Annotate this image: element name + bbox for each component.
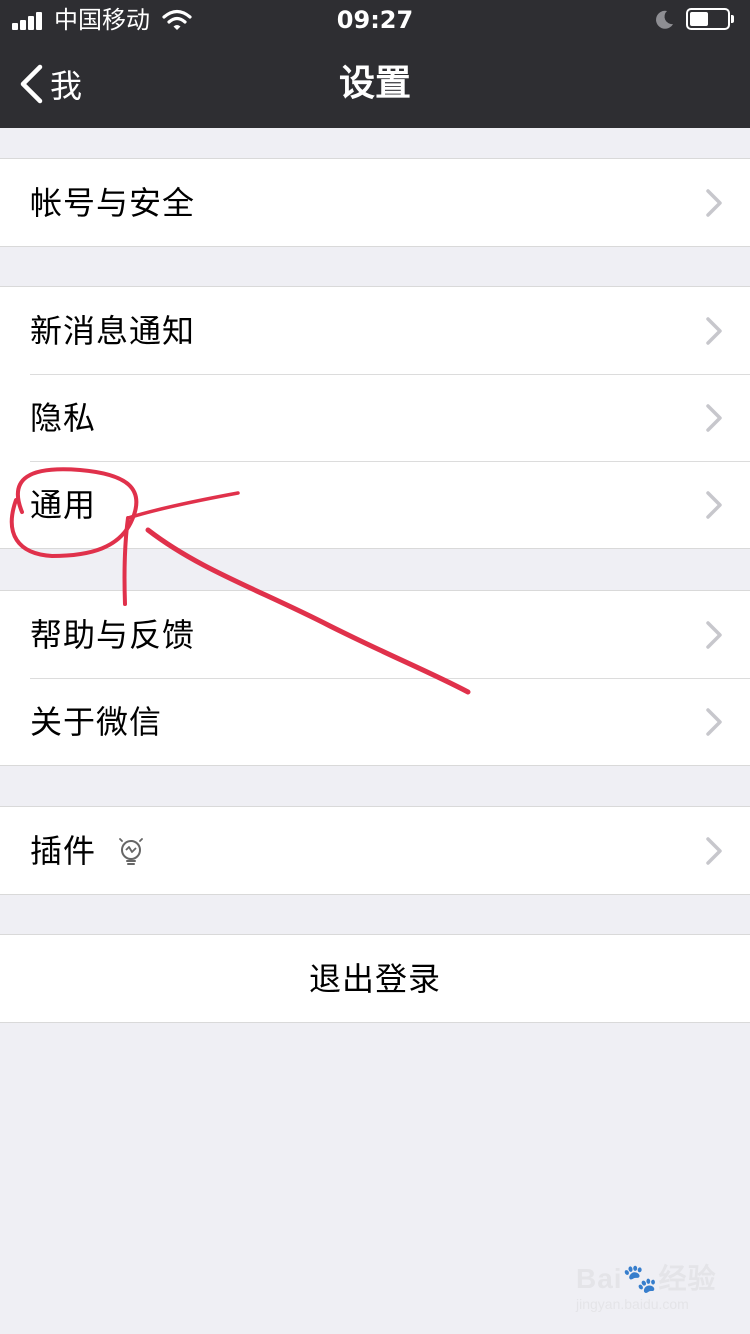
settings-item-notifications[interactable]: 新消息通知 (0, 287, 750, 374)
settings-item-label: 帐号与安全 (30, 183, 196, 222)
settings-item-label: 关于微信 (30, 702, 163, 741)
settings-group-help: 帮助与反馈 关于微信 (0, 590, 750, 766)
settings-group-account: 帐号与安全 (0, 158, 750, 247)
baidu-jingyan-watermark: Bai🐾经验 jingyan.baidu.com (576, 1262, 736, 1322)
watermark-url: jingyan.baidu.com (576, 1296, 689, 1312)
settings-item-general[interactable]: 通用 (0, 461, 750, 548)
top-bar: 中国移动 09:27 我 设置 (0, 0, 750, 128)
chevron-right-icon (706, 317, 722, 345)
settings-item-help-feedback[interactable]: 帮助与反馈 (0, 591, 750, 678)
chevron-right-icon (706, 708, 722, 736)
navigation-bar: 我 设置 (0, 40, 750, 128)
paw-logo-icon: 🐾 (622, 1263, 659, 1294)
chevron-right-icon (706, 837, 722, 865)
settings-item-label: 通用 (30, 485, 97, 524)
battery-icon (686, 8, 734, 30)
settings-item-label: 插件 (30, 831, 97, 870)
settings-item-plugins[interactable]: 插件 (0, 807, 750, 894)
watermark-suffix: 经验 (658, 1263, 717, 1294)
settings-item-label: 帮助与反馈 (30, 615, 196, 654)
do-not-disturb-moon-icon (656, 10, 673, 29)
chevron-right-icon (706, 189, 722, 217)
battery-level (690, 12, 708, 26)
settings-item-account-security[interactable]: 帐号与安全 (0, 159, 750, 246)
chevron-right-icon (706, 621, 722, 649)
watermark-brand: Bai (576, 1263, 623, 1294)
status-bar: 中国移动 09:27 (0, 0, 750, 40)
logout-button[interactable]: 退出登录 (0, 935, 750, 1022)
chevron-right-icon (706, 491, 722, 519)
chevron-right-icon (706, 404, 722, 432)
settings-group-plugins: 插件 (0, 806, 750, 895)
settings-item-privacy[interactable]: 隐私 (0, 374, 750, 461)
logout-group: 退出登录 (0, 934, 750, 1023)
clock: 09:27 (336, 6, 414, 34)
logout-label: 退出登录 (308, 959, 441, 998)
settings-group-general: 新消息通知 隐私 通用 (0, 286, 750, 549)
settings-item-about[interactable]: 关于微信 (0, 678, 750, 765)
settings-item-label: 隐私 (30, 398, 97, 437)
lightbulb-icon (119, 837, 143, 865)
page-title: 设置 (338, 63, 411, 104)
settings-item-label: 新消息通知 (30, 311, 196, 350)
